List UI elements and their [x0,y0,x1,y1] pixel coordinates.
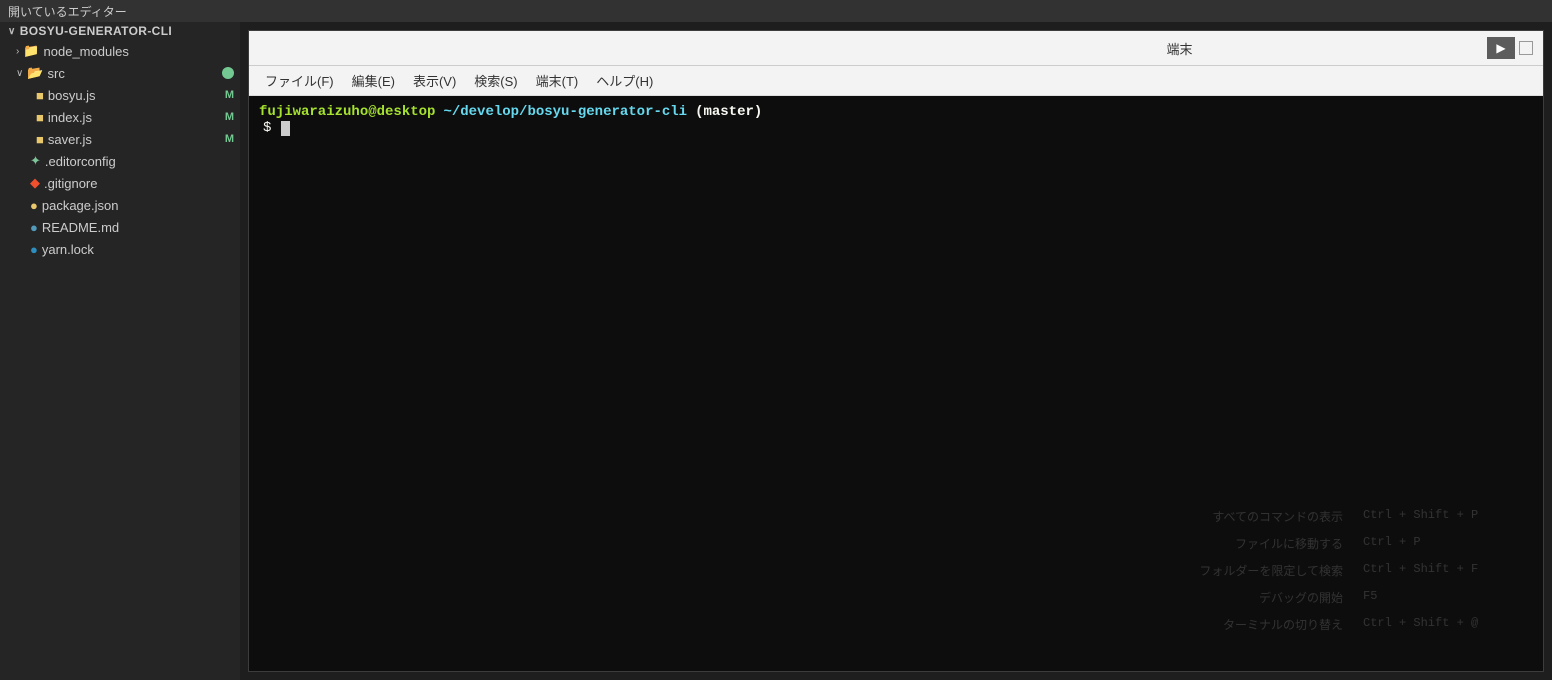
editorconfig-label: .editorconfig [45,154,240,169]
gitignore-icon: ◆ [30,175,40,191]
terminal-run-button[interactable]: ▶ [1487,37,1515,59]
hint-key-4: Ctrl + Shift + @ [1363,616,1523,633]
topbar-label: 開いているエディター [8,3,127,20]
hint-row-1: ファイルに移動する Ctrl + P [259,535,1523,552]
terminal-maximize-icon[interactable] [1519,41,1533,55]
terminal-window: 端末 ▶ ファイル(F) 編集(E) 表示(V) 検索(S) 端末(T) ヘルプ… [248,30,1544,672]
menu-view[interactable]: 表示(V) [405,69,464,92]
project-chevron: ∨ [8,26,16,37]
saver-js-label: saver.js [48,132,225,147]
editorconfig-icon: ✦ [30,153,41,169]
hint-row-4: ターミナルの切り替え Ctrl + Shift + @ [259,616,1523,633]
package-json-label: package.json [42,198,240,213]
bosyu-js-badge: M [225,89,234,101]
hint-key-2: Ctrl + Shift + F [1363,562,1523,579]
sidebar-item-index-js[interactable]: ■ index.js M [0,106,240,128]
project-name: BOSYU-GENERATOR-CLI [20,24,172,38]
saver-js-badge: M [225,133,234,145]
menu-help[interactable]: ヘルプ(H) [588,69,661,92]
sidebar-item-bosyu-js[interactable]: ■ bosyu.js M [0,84,240,106]
main-layout: ∨ BOSYU-GENERATOR-CLI › 📁 node_modules ∨… [0,22,1552,680]
node-modules-label: node_modules [44,44,240,59]
terminal-menubar: ファイル(F) 編集(E) 表示(V) 検索(S) 端末(T) ヘルプ(H) [249,66,1543,96]
bosyu-js-label: bosyu.js [48,88,225,103]
yarn-lock-label: yarn.lock [42,242,240,257]
sidebar: ∨ BOSYU-GENERATOR-CLI › 📁 node_modules ∨… [0,22,240,680]
js-icon-index: ■ [36,110,44,125]
sidebar-item-yarn-lock[interactable]: ● yarn.lock [0,238,240,260]
hints-section: すべてのコマンドの表示 Ctrl + Shift + P ファイルに移動する C… [259,508,1533,663]
sidebar-item-gitignore[interactable]: ◆ .gitignore [0,172,240,194]
sidebar-item-package-json[interactable]: ● package.json [0,194,240,216]
hint-key-3: F5 [1363,589,1523,606]
hint-label-1: ファイルに移動する [1235,535,1343,552]
menu-edit[interactable]: 編集(E) [344,69,403,92]
prompt-path: ~/develop/bosyu-generator-cli [443,104,687,120]
terminal-container: 端末 ▶ ファイル(F) 編集(E) 表示(V) 検索(S) 端末(T) ヘルプ… [240,22,1552,680]
js-icon-bosyu: ■ [36,88,44,103]
terminal-titlebar: 端末 ▶ [249,31,1543,66]
src-badge [222,67,234,79]
sidebar-item-editorconfig[interactable]: ✦ .editorconfig [0,150,240,172]
package-json-icon: ● [30,198,38,213]
terminal-body-inner: fujiwaraizuho@desktop ~/develop/bosyu-ge… [259,104,1533,663]
prompt-line: fujiwaraizuho@desktop ~/develop/bosyu-ge… [259,104,1533,120]
menu-file[interactable]: ファイル(F) [257,69,342,92]
prompt-user: fujiwaraizuho@desktop [259,104,435,120]
index-js-label: index.js [48,110,225,125]
hint-label-4: ターミナルの切り替え [1223,616,1343,633]
prompt-dollar-line: $ [259,120,1533,136]
project-root[interactable]: ∨ BOSYU-GENERATOR-CLI [0,22,240,40]
terminal-body[interactable]: fujiwaraizuho@desktop ~/develop/bosyu-ge… [249,96,1543,671]
hint-row-3: デバッグの開始 F5 [259,589,1523,606]
prompt-branch: (master) [695,104,762,120]
terminal-controls: ▶ [1487,37,1535,59]
readme-icon: ● [30,220,38,235]
hint-key-1: Ctrl + P [1363,535,1523,552]
hint-label-0: すべてのコマンドの表示 [1212,508,1343,525]
src-label: src [48,66,222,81]
hint-label-3: デバッグの開始 [1259,589,1343,606]
gitignore-label: .gitignore [44,176,240,191]
cursor-block [281,121,290,136]
hint-key-0: Ctrl + Shift + P [1363,508,1523,525]
sidebar-item-node-modules[interactable]: › 📁 node_modules [0,40,240,62]
folder-chevron-src: ∨ [16,68,23,79]
terminal-spacer [259,136,1533,508]
hint-row-2: フォルダーを限定して検索 Ctrl + Shift + F [259,562,1523,579]
prompt-dollar: $ [263,120,271,136]
sidebar-item-saver-js[interactable]: ■ saver.js M [0,128,240,150]
sidebar-item-readme[interactable]: ● README.md [0,216,240,238]
menu-terminal[interactable]: 端末(T) [528,69,587,92]
folder-icon-node-modules: 📁 [23,43,39,59]
hint-row-0: すべてのコマンドの表示 Ctrl + Shift + P [259,508,1523,525]
top-bar: 開いているエディター [0,0,1552,22]
readme-label: README.md [42,220,240,235]
menu-search[interactable]: 検索(S) [466,69,525,92]
hint-label-2: フォルダーを限定して検索 [1199,562,1343,579]
index-js-badge: M [225,111,234,123]
folder-chevron-node-modules: › [16,46,19,57]
terminal-title: 端末 [872,39,1487,58]
sidebar-item-src[interactable]: ∨ 📂 src [0,62,240,84]
js-icon-saver: ■ [36,132,44,147]
folder-icon-src: 📂 [27,65,43,81]
yarn-lock-icon: ● [30,242,38,257]
